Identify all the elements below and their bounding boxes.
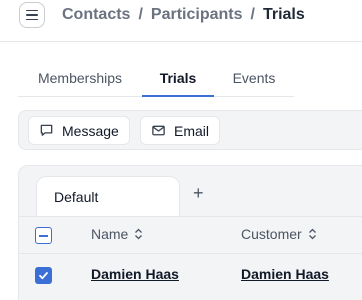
breadcrumb-contacts[interactable]: Contacts (62, 6, 130, 24)
add-view-button[interactable]: + (193, 184, 204, 202)
sort-icon (308, 228, 316, 240)
tab-memberships[interactable]: Memberships (18, 60, 142, 96)
customer-name-link[interactable]: Damien Haas (241, 266, 329, 282)
cell-name: Damien Haas (91, 266, 179, 282)
column-header-name[interactable]: Name (91, 226, 143, 242)
view-tab-default[interactable]: Default (36, 176, 180, 216)
breadcrumb-trials: Trials (262, 6, 305, 23)
contact-name-link[interactable]: Damien Haas (91, 266, 179, 282)
app-header: Contacts / Participants / Trials (0, 0, 362, 42)
menu-toggle-button[interactable] (19, 2, 45, 28)
email-button[interactable]: Email (140, 116, 221, 145)
checkmark-icon (39, 272, 48, 280)
breadcrumb: Contacts / Participants / Trials (62, 6, 305, 24)
envelope-icon (152, 125, 165, 136)
breadcrumb-separator: / (250, 6, 255, 23)
breadcrumb-separator: / (138, 6, 143, 23)
hamburger-icon (26, 9, 38, 12)
email-button-label: Email (174, 122, 210, 139)
action-toolbar: Message Email (18, 110, 362, 150)
column-header-customer-label: Customer (241, 226, 302, 242)
table-header: Name Customer (19, 216, 362, 254)
sort-icon (135, 228, 143, 240)
breadcrumb-participants[interactable]: Participants (151, 6, 243, 24)
table-row[interactable]: Damien Haas Damien Haas (19, 255, 362, 295)
tab-trials[interactable]: Trials (142, 60, 214, 97)
select-all-checkbox[interactable] (35, 227, 52, 244)
message-button-label: Message (62, 122, 119, 139)
column-header-name-label: Name (91, 226, 129, 242)
message-button[interactable]: Message (28, 116, 130, 145)
minus-icon (39, 234, 48, 237)
tab-events[interactable]: Events (214, 60, 294, 96)
row-select-checkbox[interactable] (35, 267, 52, 284)
column-header-customer[interactable]: Customer (241, 226, 317, 242)
chat-bubble-icon (40, 124, 53, 136)
table-panel: Default + Name Customer Damien Haas Dami… (18, 165, 362, 300)
section-tabs: Memberships Trials Events (18, 60, 294, 97)
cell-customer: Damien Haas (241, 266, 329, 282)
